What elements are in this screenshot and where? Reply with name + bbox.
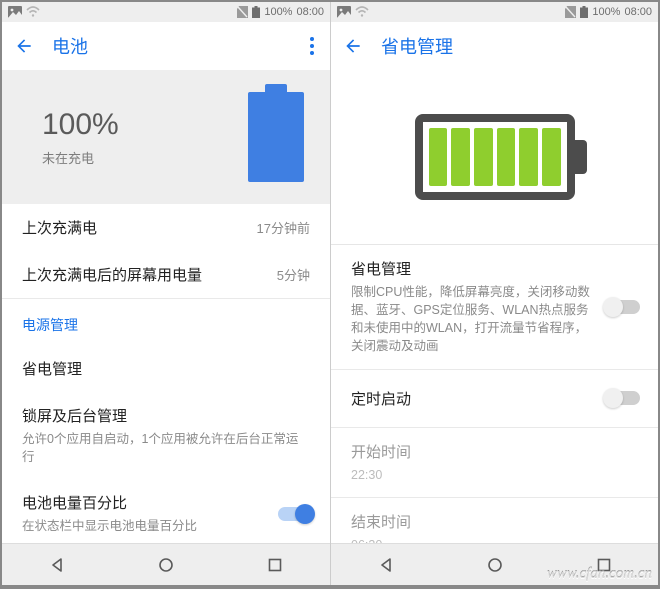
battery-icon <box>252 6 260 18</box>
appbar-power-save: 省电管理 <box>331 22 658 70</box>
status-battery-pct: 100% <box>592 6 620 18</box>
no-sim-icon <box>565 6 576 18</box>
label: 定时启动 <box>351 388 590 409</box>
toggle-power-save-mode[interactable] <box>606 300 640 314</box>
row-last-full-charge[interactable]: 上次充满电 17分钟前 <box>2 204 330 251</box>
nav-home-icon[interactable] <box>485 555 505 575</box>
toggle-scheduled-enable[interactable] <box>606 391 640 405</box>
value: 22:30 <box>351 466 638 484</box>
label: 省电管理 <box>22 358 310 379</box>
appbar-battery: 电池 <box>2 22 330 70</box>
page-title: 电池 <box>52 33 292 59</box>
description: 允许0个应用自启动，1个应用被允许在后台正常运行 <box>22 430 310 466</box>
row-screen-usage-since-full[interactable]: 上次充满电后的屏幕用电量 5分钟 <box>2 251 330 298</box>
pane-power-save: 100% 08:00 省电管理 省电管理 限制CPU性能，降低屏幕亮度，关闭移动… <box>330 2 658 585</box>
row-battery-percentage[interactable]: 电池电量百分比 在状态栏中显示电池电量百分比 <box>2 479 330 543</box>
back-icon[interactable] <box>14 36 34 56</box>
description: 限制CPU性能，降低屏幕亮度，关闭移动数据、蓝牙、GPS定位服务、WLAN热点服… <box>351 283 590 356</box>
battery-large-icon <box>248 92 304 182</box>
navigation-bar <box>331 543 658 585</box>
battery-hero-graphic <box>331 70 658 245</box>
nav-home-icon[interactable] <box>156 555 176 575</box>
label: 开始时间 <box>351 441 638 462</box>
value: 5分钟 <box>277 265 310 284</box>
content-battery: 100% 未在充电 上次充满电 17分钟前 上次充满电后的屏幕用电量 5分钟 电… <box>2 70 330 543</box>
nav-back-icon[interactable] <box>47 555 67 575</box>
pane-battery: 100% 08:00 电池 100% 未在充电 上次充满电 17分钟前 <box>2 2 330 585</box>
nav-recent-icon[interactable] <box>265 555 285 575</box>
status-time: 08:00 <box>624 6 652 18</box>
label: 上次充满电后的屏幕用电量 <box>22 264 202 285</box>
nav-back-icon[interactable] <box>376 555 396 575</box>
status-bar: 100% 08:00 <box>331 2 658 22</box>
row-start-time: 开始时间 22:30 <box>331 428 658 497</box>
content-power-save: 省电管理 限制CPU性能，降低屏幕亮度，关闭移动数据、蓝牙、GPS定位服务、WL… <box>331 70 658 543</box>
wifi-off-icon <box>26 6 40 18</box>
row-lock-background-management[interactable]: 锁屏及后台管理 允许0个应用自启动，1个应用被允许在后台正常运行 <box>2 392 330 479</box>
section-power-management: 电源管理 <box>2 299 330 345</box>
description: 在状态栏中显示电池电量百分比 <box>22 517 262 535</box>
photo-icon <box>337 6 351 18</box>
label: 结束时间 <box>351 511 638 532</box>
navigation-bar <box>2 543 330 585</box>
row-end-time: 结束时间 06:30 <box>331 498 658 543</box>
label: 省电管理 <box>351 258 590 279</box>
nav-recent-icon[interactable] <box>594 555 614 575</box>
value: 06:30 <box>351 536 638 543</box>
overflow-menu-icon[interactable] <box>310 37 318 55</box>
label: 电池电量百分比 <box>22 492 262 513</box>
value: 17分钟前 <box>257 218 310 237</box>
photo-icon <box>8 6 22 18</box>
row-power-save-management[interactable]: 省电管理 <box>2 345 330 392</box>
status-time: 08:00 <box>296 6 324 18</box>
label: 锁屏及后台管理 <box>22 405 310 426</box>
status-bar: 100% 08:00 <box>2 2 330 22</box>
no-sim-icon <box>237 6 248 18</box>
battery-charging-status: 未在充电 <box>42 148 228 167</box>
battery-shell-icon <box>415 114 575 200</box>
back-icon[interactable] <box>343 36 363 56</box>
battery-percentage-large: 100% <box>42 108 228 142</box>
page-title: 省电管理 <box>381 33 646 59</box>
battery-hero: 100% 未在充电 <box>2 70 330 204</box>
row-scheduled-enable[interactable]: 定时启动 <box>331 370 658 427</box>
label: 上次充满电 <box>22 217 97 238</box>
toggle-battery-percentage[interactable] <box>278 507 312 521</box>
battery-icon <box>580 6 588 18</box>
status-battery-pct: 100% <box>264 6 292 18</box>
row-power-save-mode[interactable]: 省电管理 限制CPU性能，降低屏幕亮度，关闭移动数据、蓝牙、GPS定位服务、WL… <box>331 245 658 369</box>
wifi-off-icon <box>355 6 369 18</box>
